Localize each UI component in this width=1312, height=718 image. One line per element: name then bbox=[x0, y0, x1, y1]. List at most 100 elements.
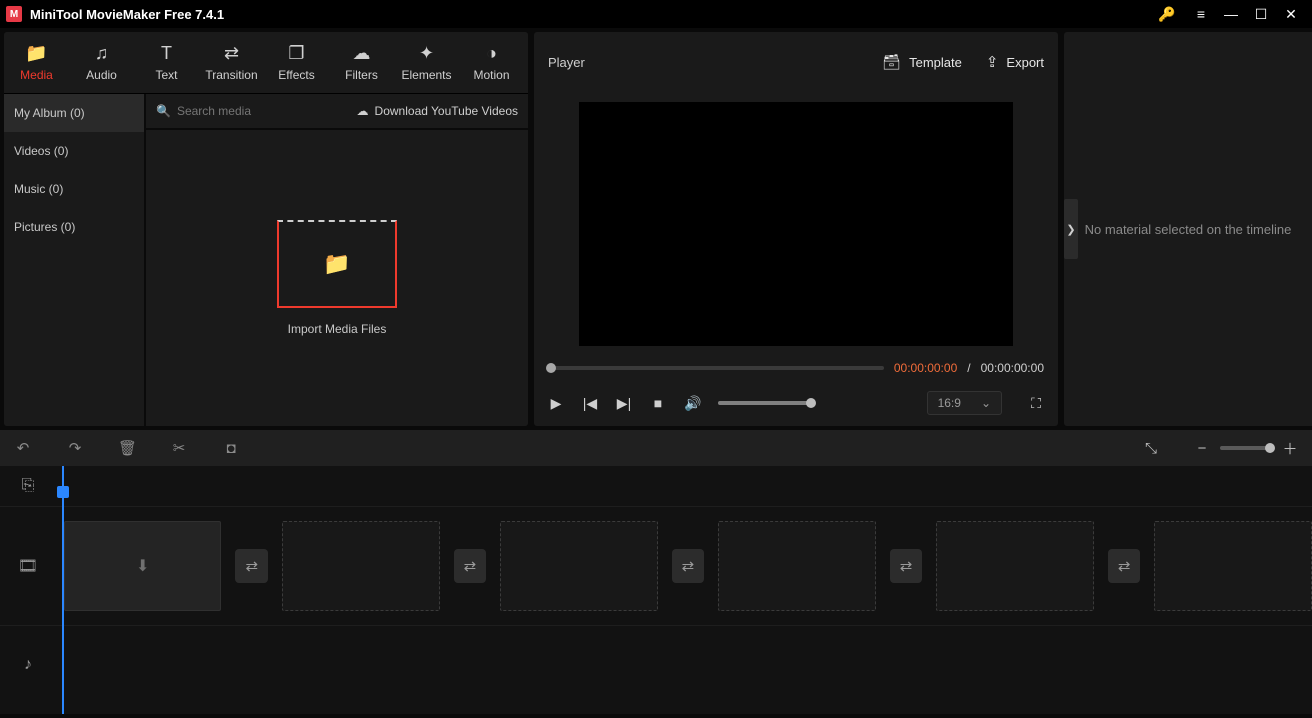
transition-slot[interactable]: ⇄ bbox=[1108, 549, 1141, 583]
volume-slider[interactable] bbox=[718, 401, 812, 405]
audio-lane[interactable] bbox=[56, 626, 1312, 704]
tool-tab-motion[interactable]: ◑ Motion bbox=[459, 32, 524, 93]
maximize-button[interactable]: ☐ bbox=[1246, 0, 1276, 28]
timeline-clip-slot[interactable] bbox=[282, 521, 439, 611]
timeline-clip-slot[interactable] bbox=[500, 521, 657, 611]
audio-track-icon: ♪ bbox=[0, 626, 56, 704]
filters-icon: ☁ bbox=[353, 44, 371, 62]
timeline: ⎘ 🎞 ♪ ⬇⇄⇄⇄⇄⇄ bbox=[0, 466, 1312, 714]
transition-slot[interactable]: ⇄ bbox=[235, 549, 268, 583]
time-current: 00:00:00:00 bbox=[894, 361, 957, 375]
media-icon: 📁 bbox=[25, 44, 47, 62]
tool-tab-media[interactable]: 📁Media bbox=[4, 32, 69, 93]
tool-tab-label: Filters bbox=[345, 68, 378, 82]
search-input[interactable] bbox=[177, 104, 347, 118]
audio-icon: ♫ bbox=[95, 44, 109, 62]
search-row: 🔍 ☁ Download YouTube Videos bbox=[146, 94, 528, 130]
cloud-download-icon: ☁ bbox=[357, 104, 369, 118]
tool-tab-transition[interactable]: ⇄ Transition bbox=[199, 32, 264, 93]
transition-slot[interactable]: ⇄ bbox=[672, 549, 705, 583]
category-item[interactable]: Music (0) bbox=[4, 170, 144, 208]
export-button[interactable]: ⇪ Export bbox=[986, 53, 1044, 71]
tool-tab-effects[interactable]: ❐ Effects bbox=[264, 32, 329, 93]
tool-tabs: 📁Media ♫ Audio TText ⇄ Transition ❐ Effects ☁ Fil… bbox=[4, 32, 528, 94]
template-label: Template bbox=[909, 55, 962, 70]
chevron-down-icon: ⌄ bbox=[981, 396, 991, 410]
hamburger-menu-button[interactable]: ≡ bbox=[1186, 0, 1216, 28]
time-separator: / bbox=[967, 361, 970, 375]
video-preview bbox=[579, 102, 1013, 346]
next-frame-button[interactable]: ▶| bbox=[616, 395, 632, 412]
transition-icon: ⇄ bbox=[245, 557, 258, 575]
close-button[interactable]: ✕ bbox=[1276, 0, 1306, 28]
download-youtube-link[interactable]: ☁ Download YouTube Videos bbox=[357, 104, 518, 118]
app-title: MiniTool MovieMaker Free 7.4.1 bbox=[30, 7, 224, 22]
timeline-clip-slot[interactable] bbox=[936, 521, 1093, 611]
delete-button[interactable]: 🗑 bbox=[118, 439, 136, 457]
tool-tab-label: Motion bbox=[473, 68, 509, 82]
tool-tab-elements[interactable]: ✦ Elements bbox=[394, 32, 459, 93]
timeline-clip-slot[interactable] bbox=[718, 521, 875, 611]
undo-button[interactable]: ↶ bbox=[14, 439, 32, 457]
stop-button[interactable]: ■ bbox=[650, 395, 666, 411]
timeline-ruler[interactable] bbox=[56, 466, 1312, 506]
category-item[interactable]: Videos (0) bbox=[4, 132, 144, 170]
tool-tab-filters[interactable]: ☁ Filters bbox=[329, 32, 394, 93]
zoom-slider[interactable] bbox=[1220, 446, 1272, 450]
seek-bar[interactable] bbox=[548, 366, 884, 370]
tool-tab-text[interactable]: TText bbox=[134, 32, 199, 93]
transition-icon: ⇄ bbox=[1118, 557, 1131, 575]
play-button[interactable]: ▶ bbox=[548, 395, 564, 412]
category-item[interactable]: Pictures (0) bbox=[4, 208, 144, 246]
layers-icon: 🗃 bbox=[882, 53, 901, 71]
inspector-empty-message: No material selected on the timeline bbox=[1085, 222, 1292, 237]
snap-button[interactable]: ⤡ bbox=[1142, 440, 1160, 457]
import-media-button[interactable]: 📁 bbox=[277, 220, 397, 308]
add-track-button[interactable]: ⎘ bbox=[0, 466, 56, 506]
tool-tab-audio[interactable]: ♫ Audio bbox=[69, 32, 134, 93]
effects-icon: ❐ bbox=[288, 44, 304, 62]
tool-tab-label: Text bbox=[155, 68, 177, 82]
app-icon: M bbox=[6, 6, 22, 22]
fullscreen-button[interactable]: ⛶ bbox=[1028, 395, 1044, 412]
timeline-clip-slot[interactable]: ⬇ bbox=[64, 521, 221, 611]
tool-tab-label: Effects bbox=[278, 68, 314, 82]
transition-slot[interactable]: ⇄ bbox=[890, 549, 923, 583]
volume-icon[interactable]: 🔊 bbox=[684, 395, 700, 412]
aspect-ratio-select[interactable]: 16:9 ⌄ bbox=[927, 391, 1002, 415]
template-button[interactable]: 🗃 Template bbox=[882, 53, 962, 71]
transition-slot[interactable]: ⇄ bbox=[454, 549, 487, 583]
tool-tab-label: Elements bbox=[401, 68, 451, 82]
zoom-out-button[interactable]: − bbox=[1194, 440, 1210, 457]
aspect-ratio-value: 16:9 bbox=[938, 396, 961, 410]
timeline-clip-slot[interactable] bbox=[1154, 521, 1311, 611]
inspector-toggle[interactable]: ❯ bbox=[1064, 199, 1078, 259]
import-media-label: Import Media Files bbox=[288, 322, 387, 336]
folder-icon: 📁 bbox=[323, 251, 350, 277]
timeline-toolbar: ↶ ↷ 🗑 ✂ ◘ ⤡ − ＋ bbox=[0, 430, 1312, 466]
transition-icon: ⇄ bbox=[224, 44, 239, 62]
export-icon: ⇪ bbox=[986, 53, 999, 71]
preview-panel: Player 🗃 Template ⇪ Export 00:00:00:00 /… bbox=[534, 32, 1058, 426]
playhead[interactable] bbox=[62, 466, 64, 714]
download-youtube-label: Download YouTube Videos bbox=[375, 104, 518, 118]
unlock-icon[interactable]: 🔑 bbox=[1152, 0, 1182, 28]
crop-button[interactable]: ◘ bbox=[222, 440, 240, 457]
prev-frame-button[interactable]: |◀ bbox=[582, 395, 598, 412]
player-title: Player bbox=[548, 55, 585, 70]
split-button[interactable]: ✂ bbox=[170, 439, 188, 457]
minimize-button[interactable]: — bbox=[1216, 0, 1246, 28]
export-label: Export bbox=[1006, 55, 1044, 70]
elements-icon: ✦ bbox=[419, 44, 434, 62]
motion-icon: ◑ bbox=[486, 44, 497, 62]
transition-icon: ⇄ bbox=[682, 557, 695, 575]
category-list: My Album (0)Videos (0)Music (0)Pictures … bbox=[4, 94, 144, 426]
video-lane[interactable]: ⬇ ⇄ ⇄ ⇄ ⇄ ⇄ bbox=[56, 506, 1312, 626]
redo-button[interactable]: ↷ bbox=[66, 439, 84, 457]
media-panel: 📁Media ♫ Audio TText ⇄ Transition ❐ Effects ☁ Fil… bbox=[4, 32, 528, 426]
tool-tab-label: Audio bbox=[86, 68, 117, 82]
tool-tab-label: Transition bbox=[205, 68, 257, 82]
category-item[interactable]: My Album (0) bbox=[4, 94, 144, 132]
zoom-in-button[interactable]: ＋ bbox=[1282, 438, 1298, 459]
transition-icon: ⇄ bbox=[464, 557, 477, 575]
